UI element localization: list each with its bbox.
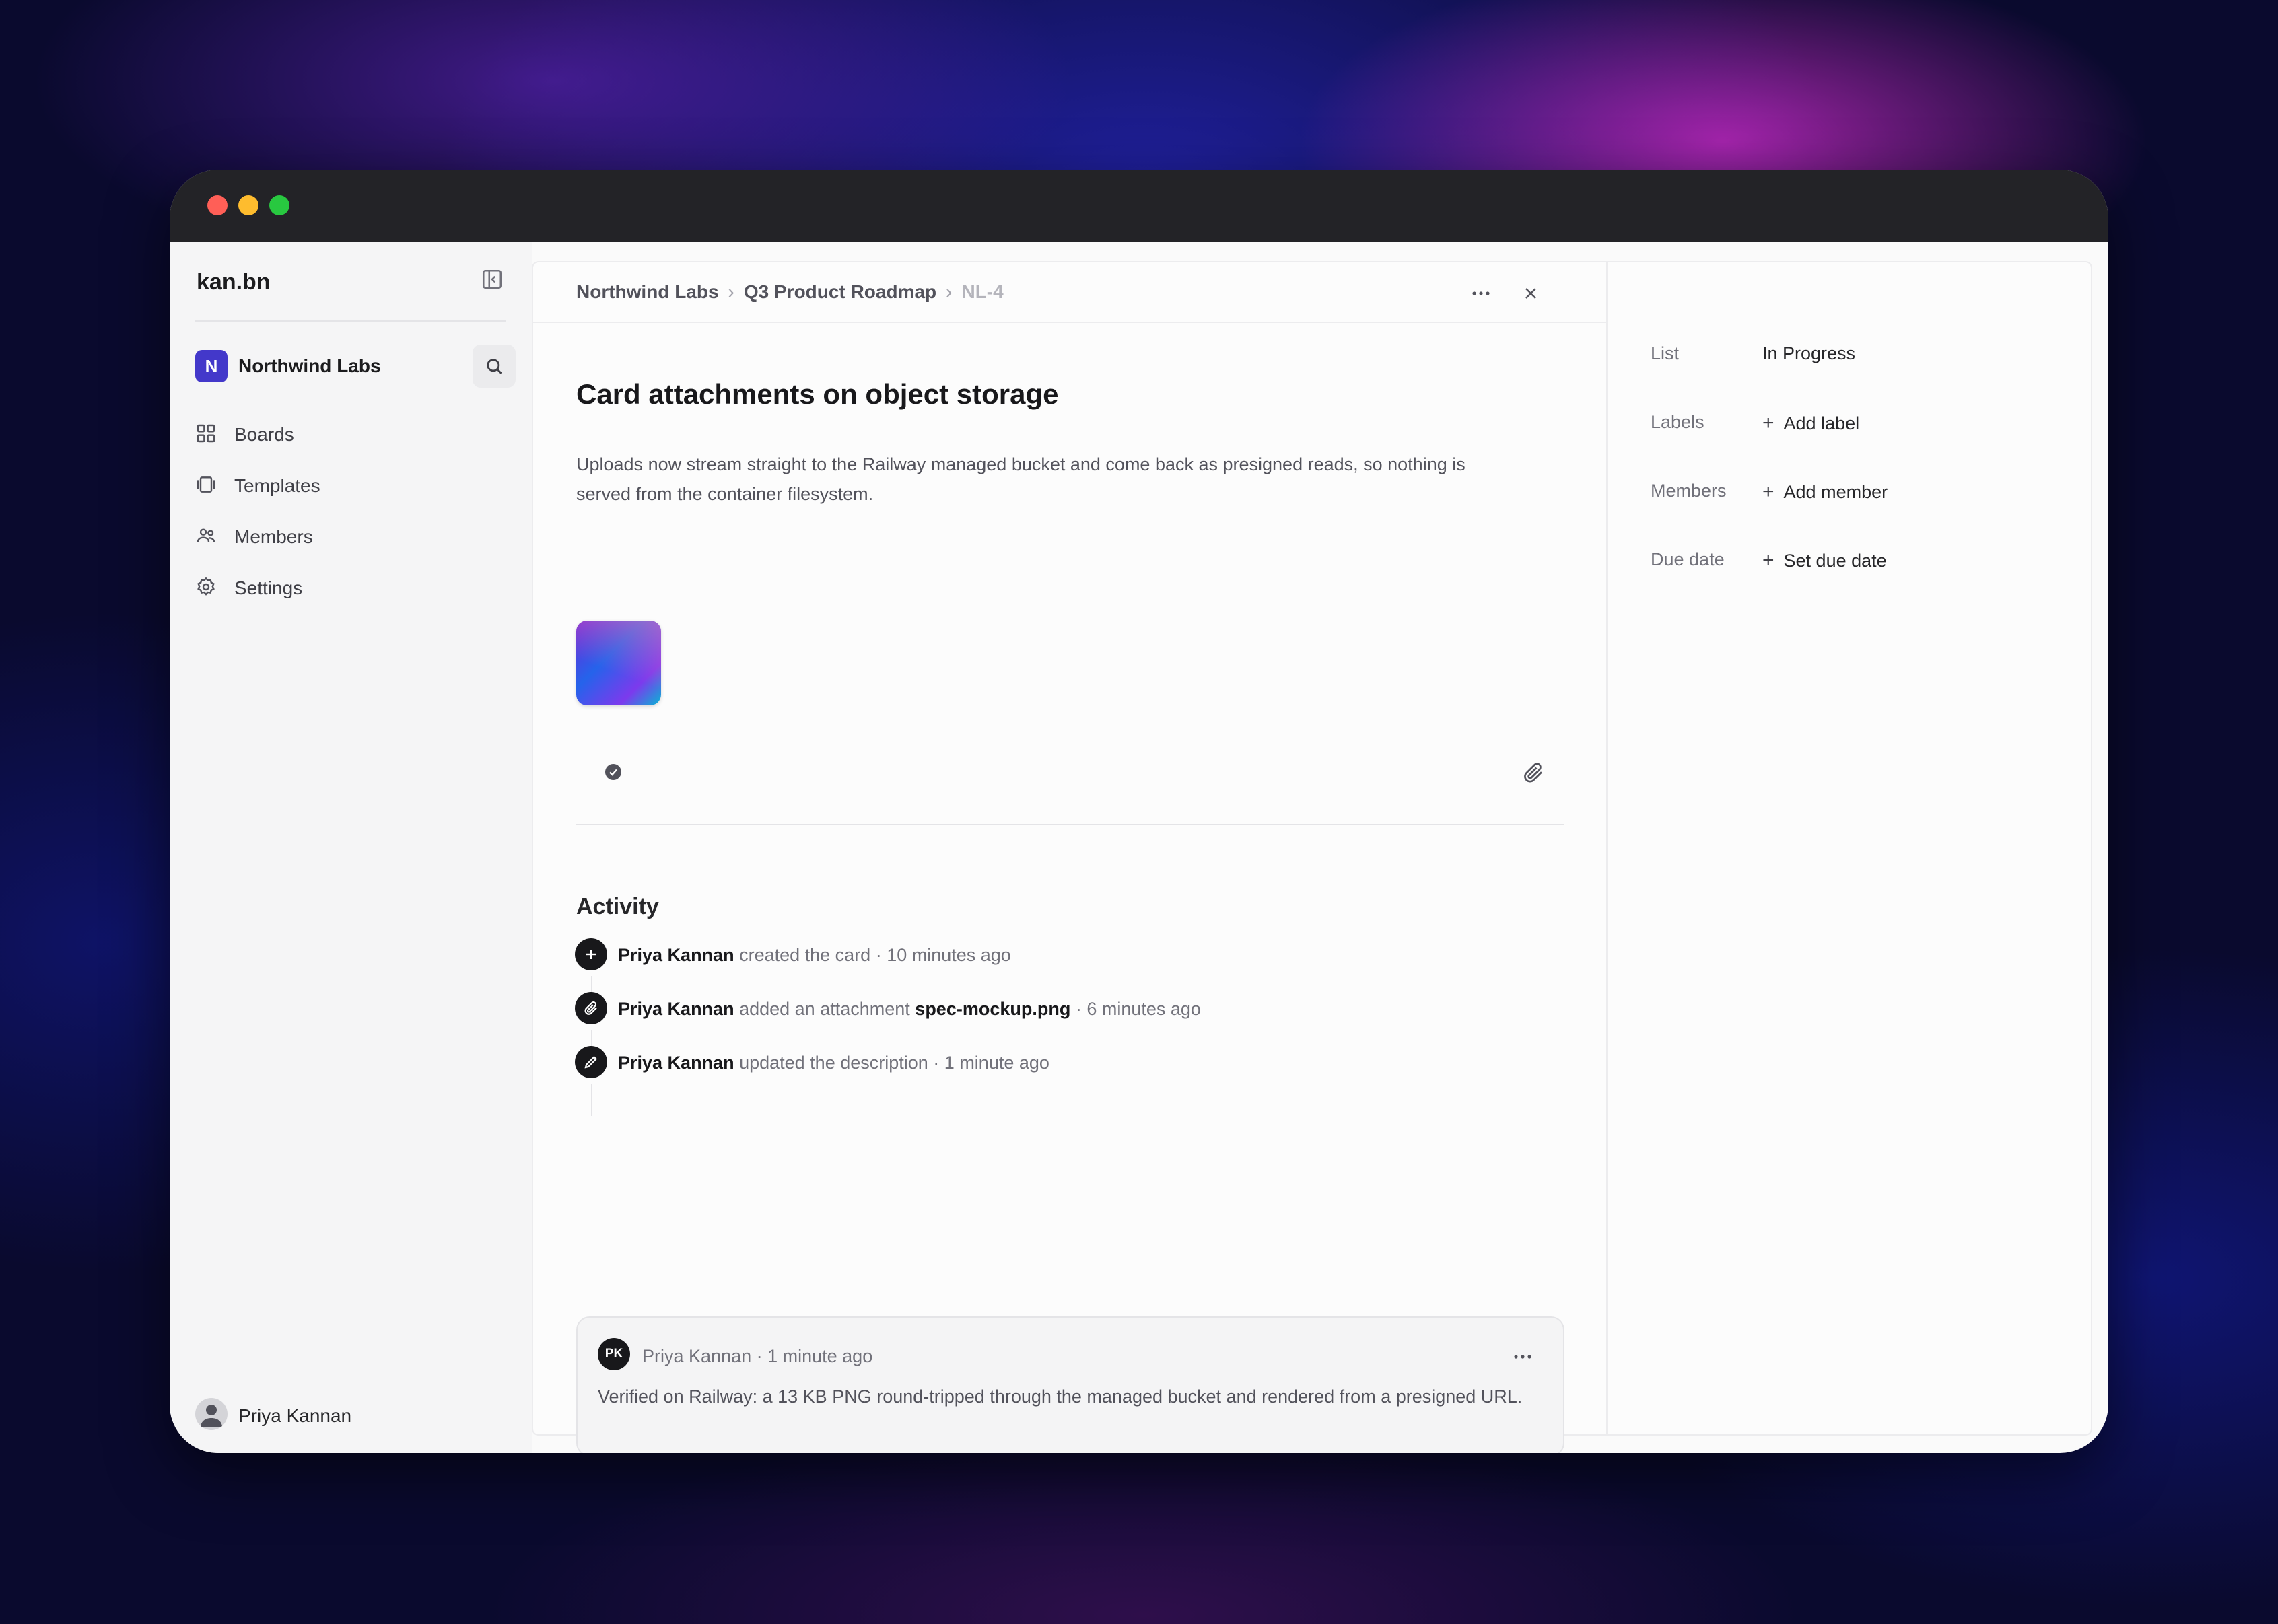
- window-minimize-button[interactable]: [238, 195, 258, 215]
- property-list: List In Progress: [1651, 339, 2068, 369]
- activity-text: Priya Kannan added an attachment spec-mo…: [618, 999, 1201, 1019]
- sidebar-item-templates[interactable]: Templates: [194, 464, 504, 505]
- plus-icon: +: [1762, 412, 1774, 434]
- set-due-date-text: Set due date: [1783, 551, 1887, 571]
- add-member-text: Add member: [1783, 482, 1888, 502]
- sidebar-item-label: Templates: [234, 475, 320, 496]
- activity-item: Priya Kannan updated the description · 1…: [575, 1043, 1558, 1081]
- plus-icon: +: [1762, 481, 1774, 503]
- sidebar-item-boards[interactable]: Boards: [194, 413, 504, 454]
- activity-action: created the card: [739, 945, 871, 965]
- activity-action: updated the description: [739, 1053, 928, 1073]
- members-icon: [197, 528, 215, 542]
- app-brand: kan.bn: [197, 269, 271, 295]
- search-button[interactable]: [473, 345, 516, 388]
- property-label: Labels: [1651, 412, 1704, 432]
- card-properties: List In Progress Labels + Add label Membe…: [1608, 262, 2091, 1434]
- more-options-icon[interactable]: [1509, 1350, 1536, 1364]
- settings-icon: [197, 577, 215, 596]
- card-detail-panel: Northwind Labs › Q3 Product Roadmap › NL-4 C…: [532, 261, 2092, 1453]
- comment-card: PK Priya Kannan · 1 minute ago Verified …: [576, 1316, 1564, 1453]
- sidebar-item-settings[interactable]: Settings: [194, 567, 504, 607]
- close-icon[interactable]: [1519, 281, 1543, 306]
- activity-dot: [575, 938, 607, 970]
- check-circle-icon[interactable]: [603, 762, 623, 782]
- comment-author: Priya Kannan: [642, 1346, 752, 1366]
- property-label: Due date: [1651, 549, 1725, 569]
- workspace-avatar: N: [195, 350, 228, 382]
- chevron-right-icon: ›: [946, 281, 953, 302]
- activity-dot: [575, 1046, 607, 1078]
- sidebar: kan.bn N Northwind Labs Boards Templates…: [170, 242, 532, 1453]
- property-label: List: [1651, 343, 1680, 363]
- comment-meta: Priya Kannan · 1 minute ago: [642, 1346, 873, 1366]
- more-options-icon[interactable]: [1468, 281, 1494, 306]
- section-divider: [576, 824, 1564, 825]
- paperclip-icon[interactable]: [1521, 761, 1546, 785]
- breadcrumb-board[interactable]: Q3 Product Roadmap: [744, 281, 936, 302]
- sidebar-item-label: Boards: [234, 424, 294, 445]
- set-due-date-button[interactable]: + Set due date: [1762, 549, 1887, 572]
- timeline-connector: [591, 1084, 592, 1116]
- add-label-text: Add label: [1783, 413, 1860, 433]
- sidebar-item-label: Members: [234, 526, 313, 547]
- card-description[interactable]: Uploads now stream straight to the Railw…: [576, 450, 1519, 509]
- window-maximize-button[interactable]: [269, 195, 289, 215]
- breadcrumb-card-id: NL-4: [961, 281, 1004, 302]
- avatar: PK: [598, 1338, 630, 1370]
- paperclip-icon: [584, 1001, 597, 1015]
- comment-time: 1 minute ago: [767, 1346, 873, 1366]
- breadcrumb-workspace[interactable]: Northwind Labs: [576, 281, 719, 302]
- property-members: Members + Add member: [1651, 476, 2068, 506]
- workspace-switcher[interactable]: N Northwind Labs: [194, 342, 516, 389]
- window-close-button[interactable]: [207, 195, 228, 215]
- activity-actor: Priya Kannan: [618, 999, 734, 1019]
- window-titlebar: [170, 170, 2108, 242]
- user-menu[interactable]: Priya Kannan: [194, 1394, 463, 1434]
- property-label: Members: [1651, 481, 1727, 501]
- activity-time: 6 minutes ago: [1086, 999, 1201, 1019]
- activity-time: 10 minutes ago: [887, 945, 1011, 965]
- card-detail: Northwind Labs › Q3 Product Roadmap › NL-4 C…: [533, 262, 1608, 1453]
- plus-icon: +: [1762, 549, 1774, 571]
- activity-item: Priya Kannan created the card · 10 minut…: [575, 935, 1558, 973]
- sidebar-divider: [195, 320, 506, 322]
- user-avatar-icon: [201, 1405, 222, 1427]
- activity-text: Priya Kannan created the card · 10 minut…: [618, 945, 1011, 965]
- templates-icon: [197, 476, 215, 493]
- sidebar-collapse-icon[interactable]: [481, 268, 504, 291]
- activity-action: added an attachment: [739, 999, 910, 1019]
- property-due-date: Due date + Set due date: [1651, 545, 2068, 575]
- sidebar-item-members[interactable]: Members: [194, 516, 504, 556]
- boards-icon: [197, 424, 215, 443]
- activity-time: 1 minute ago: [944, 1053, 1049, 1073]
- activity-dot: [575, 992, 607, 1024]
- search-icon: [487, 359, 502, 374]
- user-name: Priya Kannan: [238, 1405, 352, 1426]
- activity-actor: Priya Kannan: [618, 1053, 734, 1073]
- workspace-name: Northwind Labs: [238, 355, 381, 376]
- card-title[interactable]: Card attachments on object storage: [576, 378, 1058, 411]
- activity-heading: Activity: [576, 894, 659, 919]
- list-select[interactable]: In Progress: [1762, 343, 1855, 364]
- activity-item: Priya Kannan added an attachment spec-mo…: [575, 989, 1558, 1027]
- pencil-icon: [584, 1055, 598, 1069]
- activity-text: Priya Kannan updated the description · 1…: [618, 1053, 1049, 1073]
- add-member-button[interactable]: + Add member: [1762, 481, 1888, 503]
- comment-body: Verified on Railway: a 13 KB PNG round-t…: [598, 1386, 1523, 1407]
- plus-icon: [586, 950, 596, 959]
- add-label-button[interactable]: + Add label: [1762, 412, 1859, 435]
- sidebar-item-label: Settings: [234, 577, 303, 598]
- activity-actor: Priya Kannan: [618, 945, 734, 965]
- property-labels: Labels + Add label: [1651, 408, 2068, 437]
- attachment-thumbnail[interactable]: [576, 621, 661, 705]
- activity-target[interactable]: spec-mockup.png: [915, 999, 1070, 1019]
- breadcrumb: Northwind Labs › Q3 Product Roadmap › NL-4: [576, 281, 1004, 303]
- app-window: kan.bn N Northwind Labs Boards Templates…: [170, 170, 2108, 1453]
- avatar: [195, 1398, 228, 1430]
- card-topbar: Northwind Labs › Q3 Product Roadmap › NL-4: [533, 262, 1606, 323]
- chevron-right-icon: ›: [728, 281, 734, 302]
